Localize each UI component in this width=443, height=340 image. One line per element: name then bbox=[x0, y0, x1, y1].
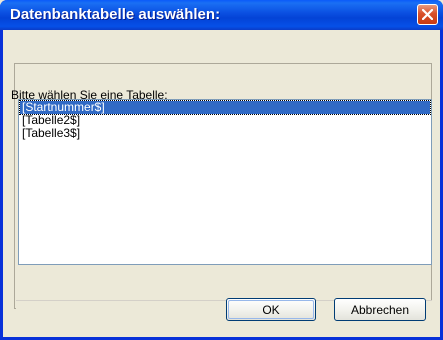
list-item[interactable]: [Tabelle3$] bbox=[20, 127, 430, 140]
list-item[interactable]: [Tabelle2$] bbox=[20, 114, 430, 127]
cancel-button[interactable]: Abbrechen bbox=[334, 298, 426, 321]
list-item[interactable]: [Startnummer$] bbox=[19, 100, 431, 115]
dialog-window: Datenbanktabelle auswählen: Bitte wählen… bbox=[0, 0, 443, 340]
title-bar[interactable]: Datenbanktabelle auswählen: bbox=[0, 0, 443, 30]
dialog-body: Bitte wählen Sie eine Tabelle: [Startnum… bbox=[3, 30, 440, 337]
ok-button[interactable]: OK bbox=[226, 298, 316, 321]
table-listbox[interactable]: [Startnummer$] [Tabelle2$] [Tabelle3$] bbox=[18, 99, 432, 265]
close-button[interactable] bbox=[417, 4, 438, 25]
close-icon bbox=[422, 9, 433, 20]
dialog-title: Datenbanktabelle auswählen: bbox=[10, 6, 221, 23]
